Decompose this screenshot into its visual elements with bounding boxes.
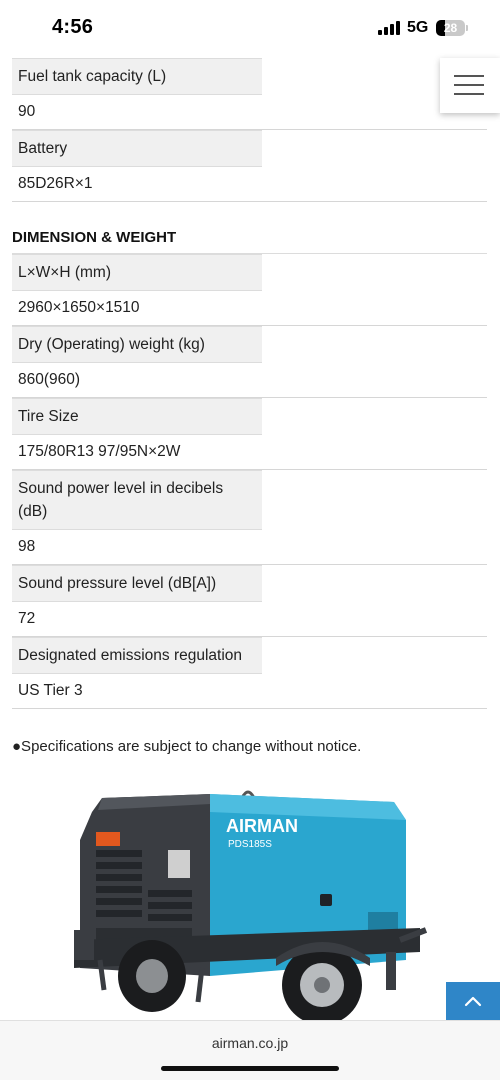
spec-value: US Tier 3 xyxy=(12,674,487,709)
spec-value: 2960×1650×1510 xyxy=(12,291,487,326)
status-time: 4:56 xyxy=(52,16,94,38)
specs-notice: ●Specifications are subject to change wi… xyxy=(12,738,362,755)
spec-value: 90 xyxy=(12,95,487,130)
model-label: PDS185S xyxy=(228,839,272,850)
url-text[interactable]: airman.co.jp xyxy=(0,1035,500,1051)
battery-level: 28 xyxy=(443,21,458,35)
spec-label: Tire Size xyxy=(12,398,262,435)
spec-value: 72 xyxy=(12,602,487,637)
battery-icon: 28 xyxy=(436,20,465,36)
network-type: 5G xyxy=(407,19,429,36)
home-indicator[interactable] xyxy=(161,1066,339,1071)
brand-logo: AIRMAN xyxy=(226,816,298,836)
spec-label: Battery xyxy=(12,130,262,167)
spec-label: Dry (Operating) weight (kg) xyxy=(12,326,262,363)
spec-label: Fuel tank capacity (L) xyxy=(12,58,262,95)
cellular-signal-icon xyxy=(378,21,402,35)
browser-address-bar[interactable]: airman.co.jp xyxy=(0,1020,500,1080)
section-heading: DIMENSION & WEIGHT xyxy=(12,202,487,254)
spec-label: Designated emissions regulation xyxy=(12,637,262,674)
status-bar: 4:56 5G 28 xyxy=(0,0,500,56)
scroll-to-top-button[interactable] xyxy=(446,982,500,1020)
spec-table: Fuel tank capacity (L) 90 Battery 85D26R… xyxy=(12,58,487,709)
spec-value: 85D26R×1 xyxy=(12,167,487,202)
chevron-up-icon xyxy=(464,996,482,1007)
spec-value: 860(960) xyxy=(12,363,487,398)
spec-value: 98 xyxy=(12,530,487,565)
spec-label: Sound pressure level (dB[A]) xyxy=(12,565,262,602)
product-image: AIRMAN PDS185S xyxy=(70,780,430,1025)
spec-label: L×W×H (mm) xyxy=(12,254,262,291)
menu-button[interactable] xyxy=(440,58,500,113)
spec-value: 175/80R13 97/95N×2W xyxy=(12,435,487,470)
spec-label: Sound power level in decibels (dB) xyxy=(12,470,262,530)
